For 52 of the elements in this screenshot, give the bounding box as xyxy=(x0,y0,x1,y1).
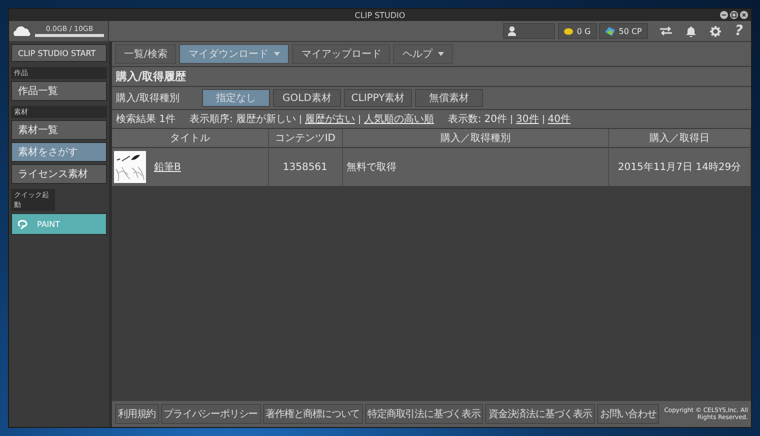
sort-link[interactable]: 人気順の高い順 xyxy=(364,112,434,126)
sidebar-item[interactable]: 素材をさがす xyxy=(11,142,107,162)
paint-icon xyxy=(18,220,29,228)
footer-link[interactable]: 著作権と商標について xyxy=(262,404,363,424)
tab[interactable]: 一覧/検索 xyxy=(115,44,176,64)
user-icon xyxy=(508,26,516,36)
footer-link[interactable]: お問い合わせ xyxy=(596,404,660,424)
filter-option[interactable]: 無償素材 xyxy=(415,89,483,107)
coin-icon xyxy=(564,28,573,34)
page-size-label: 表示数: xyxy=(448,112,482,126)
title-link[interactable]: 鉛筆B xyxy=(154,160,181,174)
table-cell: 1358561 xyxy=(282,162,328,172)
filter-label: 購入/取得種別 xyxy=(116,92,180,105)
sort-option: 履歴が新しい xyxy=(236,112,296,126)
result-count: 検索結果 1件 xyxy=(116,112,176,126)
column-header[interactable]: 購入／取得日 xyxy=(608,129,751,148)
footer-link[interactable]: 利用規約 xyxy=(115,404,159,424)
cp-balance[interactable]: 50 CP xyxy=(598,23,648,39)
coin-balance[interactable]: 0 G xyxy=(558,23,597,39)
table-cell-text: 無料で取得 xyxy=(346,160,397,174)
sidebar-item[interactable]: ライセンス素材 xyxy=(11,164,107,184)
close-icon[interactable] xyxy=(740,11,748,19)
bell-icon[interactable] xyxy=(686,26,696,36)
start-button[interactable]: CLIP STUDIO START xyxy=(11,44,107,62)
maximize-icon[interactable] xyxy=(730,11,738,19)
settings-icon[interactable] xyxy=(710,26,721,36)
filter-option[interactable]: GOLD素材 xyxy=(273,89,341,107)
sort-label: 表示順序: xyxy=(190,112,233,126)
points-icon xyxy=(604,26,615,36)
column-header[interactable]: 購入／取得種別 xyxy=(342,129,609,148)
tab[interactable]: マイアップロード xyxy=(292,44,390,64)
footer-link[interactable]: 資金決済法に基づく表示 xyxy=(485,404,595,424)
tab[interactable]: ヘルプ xyxy=(393,44,454,64)
sidebar-item[interactable]: 素材一覧 xyxy=(11,120,107,140)
footer-link[interactable]: プライバシーポリシー xyxy=(160,404,261,424)
sidebar-item[interactable]: 作品一覧 xyxy=(11,81,107,101)
column-header[interactable]: タイトル xyxy=(112,129,269,148)
window-title: CLIP STUDIO xyxy=(354,10,406,20)
page-size-link[interactable]: 40件 xyxy=(548,112,570,126)
filter-option[interactable]: CLIPPY素材 xyxy=(344,89,412,107)
page-size-option: 20件 xyxy=(484,112,508,126)
column-header[interactable]: コンテンツID xyxy=(268,129,343,148)
help-button[interactable]: ? xyxy=(734,23,743,39)
page-size-link[interactable]: 30件 xyxy=(516,112,539,126)
cloud-icon xyxy=(13,26,31,36)
table-cell-text: 2015年11月7日 14時29分 xyxy=(618,160,742,174)
footer-link[interactable]: 特定商取引法に基づく表示 xyxy=(364,404,484,424)
account-button[interactable] xyxy=(502,23,555,39)
minimize-icon[interactable] xyxy=(720,11,728,19)
transfer-icon[interactable] xyxy=(660,26,672,36)
page-heading: 購入/取得履歴 xyxy=(112,67,751,87)
sort-link[interactable]: 履歴が古い xyxy=(304,112,355,126)
